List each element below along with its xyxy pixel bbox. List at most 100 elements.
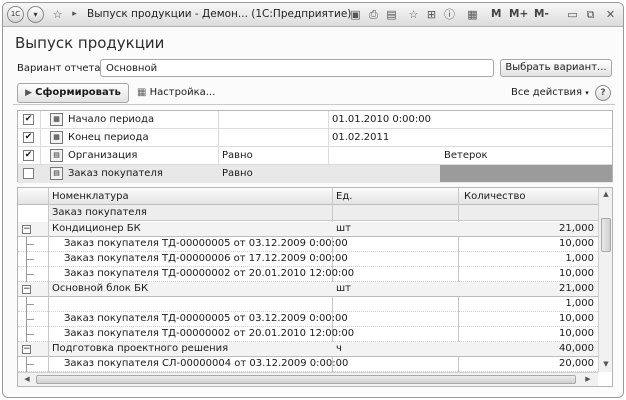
tree-line [26,252,27,267]
memory-subtract-button[interactable]: M- [534,8,549,20]
vertical-scrollbar[interactable]: ▲ ▼ [598,188,612,372]
grid-vline [48,252,49,267]
filter-checkbox[interactable] [23,168,34,179]
column-header-nomenclature: Номенклатура [52,191,129,202]
add-favorite-icon[interactable]: ☆ [406,7,421,22]
variant-field[interactable]: Основной [100,59,494,77]
print-icon[interactable]: ⎙ [366,7,381,22]
tree-line [26,357,27,372]
toolbar-divider [13,104,615,105]
filter-checkbox[interactable]: ✔ [23,150,34,161]
settings-button[interactable]: ▦ Настройка... [137,87,215,98]
filter-value[interactable]: Ветерок [444,150,488,161]
grid-vline [48,297,49,312]
close-icon[interactable]: ✕ [603,7,618,22]
report-detail-row[interactable]: Заказ покупателя ТД-00000002 от 20.01.20… [18,327,598,342]
calendar-icon: ▦ [50,131,63,144]
row-quantity: 10,000 [559,238,594,249]
filter-condition[interactable]: Равно [222,168,253,179]
filter-value[interactable]: 01.01.2010 0:00:00 [332,114,431,125]
row-nomenclature: Подготовка проектного решения [52,343,229,354]
report-detail-row[interactable]: Заказ покупателя СЛ-00000004 от 03.12.20… [18,357,598,372]
collapse-icon[interactable]: − [22,225,31,234]
app-logo-icon[interactable]: 1С [7,6,24,23]
row-quantity: 1,000 [565,298,594,309]
filter-value-empty[interactable] [440,165,612,182]
tree-line [26,267,27,282]
filter-condition[interactable]: Равно [222,150,253,161]
minimize-icon[interactable]: ▭ [565,7,580,22]
horizontal-scrollbar[interactable]: ◀ ▶ [18,372,598,386]
row-nomenclature: Заказ покупателя ТД-00000002 от 20.01.20… [64,268,355,279]
scroll-up-icon[interactable]: ▲ [599,188,612,201]
report-detail-row[interactable]: Заказ покупателя ТД-00000006 от 17.12.20… [18,252,598,267]
all-actions-menu[interactable]: Все действия ▾ [511,87,589,98]
grid-vline [48,357,49,372]
report-detail-row[interactable]: Заказ покупателя ТД-00000002 от 20.01.20… [18,267,598,282]
main-menu-icon[interactable]: ▾ [27,6,44,23]
settings-icon: ▦ [137,87,150,98]
report-group-row[interactable]: − Подготовка проектного решения ч 40,000 [18,342,598,357]
memory-store-button[interactable]: M [491,8,501,20]
scroll-left-icon[interactable]: ◀ [20,373,34,386]
row-nomenclature: Кондиционер БК [52,223,141,234]
select-variant-button[interactable]: Выбрать вариант... [500,59,612,77]
restore-icon[interactable]: ⧉ [583,7,598,22]
filter-table: ✔ ▦ Начало периода 01.01.2010 0:00:00 ✔ … [17,110,613,183]
filter-row-period-end[interactable]: ✔ ▦ Конец периода 01.02.2011 [18,129,612,147]
filter-value[interactable]: 01.02.2011 [332,132,389,143]
report-group-row[interactable]: − Основной блок БК шт 21,000 [18,282,598,297]
filter-name: Организация [68,150,138,161]
report-detail-row[interactable]: 1,000 [18,297,598,312]
reference-icon: ▤ [50,167,63,180]
grid-vline [48,237,49,252]
generate-report-button[interactable]: ▶ Сформировать [17,83,129,103]
title-bar: 1С ▾ ☆ ▸ Выпуск продукции - Демон... (1С… [3,3,623,27]
variant-label: Вариант отчета: [17,63,104,74]
reference-icon: ▤ [50,149,63,162]
row-unit: ч [336,343,342,354]
preview-icon[interactable]: ▤ [384,7,399,22]
play-icon: ▶ [25,88,36,98]
calendar-icon: ▦ [50,113,63,126]
filter-checkbox[interactable]: ✔ [23,132,34,143]
tree-line [26,327,27,342]
scroll-down-icon[interactable]: ▼ [599,358,612,371]
report-detail-row[interactable]: Заказ покупателя ТД-00000005 от 03.12.20… [18,312,598,327]
calculator-icon[interactable]: ▦ [465,7,480,22]
horizontal-scroll-thumb[interactable] [36,375,576,384]
tree-line [26,334,34,335]
collapse-icon[interactable]: − [22,285,31,294]
row-unit: шт [336,283,351,294]
report-detail-row[interactable]: Заказ покупателя ТД-00000005 от 03.12.20… [18,237,598,252]
vertical-scroll-thumb[interactable] [601,218,611,252]
filter-row-organization[interactable]: ✔ ▤ Организация Равно Ветерок [18,147,612,165]
row-nomenclature: Заказ покупателя ТД-00000005 от 03.12.20… [64,313,348,324]
help-icon[interactable]: ? [595,85,611,101]
link-icon[interactable]: ⊞ [424,7,439,22]
favorite-star-icon[interactable]: ☆ [50,7,65,22]
tree-line [26,319,34,320]
row-quantity: 21,000 [559,223,594,234]
info-icon[interactable]: ⓘ [442,7,457,22]
memory-add-button[interactable]: M+ [509,8,528,20]
filter-name: Заказ покупателя [68,168,163,179]
collapse-icon[interactable]: − [22,345,31,354]
row-quantity: 40,000 [559,343,594,354]
dropdown-arrow-icon: ▾ [585,89,589,97]
grid-vline [48,282,49,297]
filter-checkbox[interactable]: ✔ [23,114,34,125]
row-nomenclature: Заказ покупателя ТД-00000006 от 17.12.20… [64,253,348,264]
window-title: Выпуск продукции - Демон... (1С:Предприя… [87,8,352,20]
filter-row-customer-order[interactable]: ▤ Заказ покупателя Равно [18,165,612,183]
tree-line [26,237,27,252]
row-nomenclature: Заказ покупателя СЛ-00000004 от 03.12.20… [64,358,349,369]
column-header-quantity: Количество [464,191,526,202]
grid-vline [48,342,49,357]
row-nomenclature: Основной блок БК [52,283,149,294]
report-group-row[interactable]: − Кондиционер БК шт 21,000 [18,222,598,237]
all-actions-label: Все действия [511,87,582,98]
save-icon[interactable]: ▣ [348,7,363,22]
scroll-right-icon[interactable]: ▶ [581,373,595,386]
filter-row-period-start[interactable]: ✔ ▦ Начало периода 01.01.2010 0:00:00 [18,111,612,129]
